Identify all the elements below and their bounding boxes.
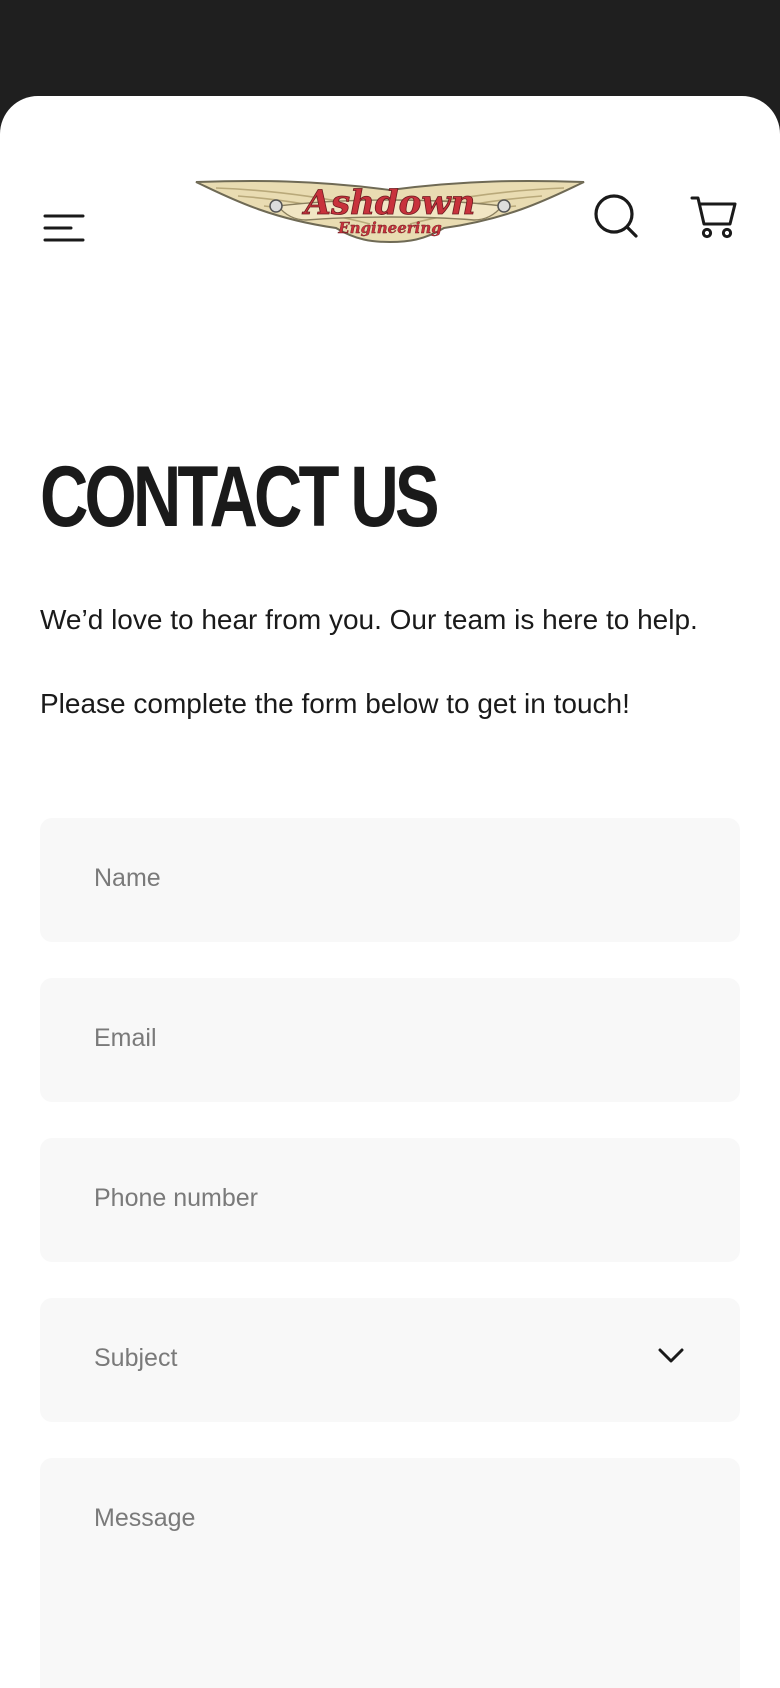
intro-instruction: Please complete the form below to get in… — [40, 688, 630, 719]
page-title: CONTACT US — [40, 449, 440, 545]
intro-text: We’d love to hear from you. Our team is … — [40, 604, 698, 635]
cart-button[interactable] — [688, 190, 740, 242]
logo-subtext: Engineering — [337, 219, 442, 237]
name-placeholder: Name — [94, 864, 161, 892]
subject-placeholder: Subject — [94, 1344, 178, 1372]
name-input[interactable]: Name — [40, 818, 740, 942]
page-sheet: Ashdown Engineering CONTACT US We’d love… — [0, 96, 780, 1688]
menu-button[interactable] — [38, 202, 90, 254]
search-button[interactable] — [590, 190, 642, 242]
cart-icon — [690, 196, 737, 239]
message-placeholder: Message — [94, 1504, 196, 1532]
email-input[interactable]: Email — [40, 978, 740, 1102]
subject-select[interactable]: Subject — [40, 1298, 740, 1422]
email-placeholder: Email — [94, 1024, 157, 1052]
hamburger-menu-icon — [43, 214, 85, 242]
logo-text: Ashdown — [302, 183, 476, 223]
wings-logo-icon: Ashdown Engineering — [195, 179, 585, 244]
message-textarea[interactable]: Message — [40, 1458, 740, 1688]
chevron-down-icon — [658, 1348, 684, 1363]
site-header: Ashdown Engineering — [0, 176, 780, 286]
ashdown-logo[interactable]: Ashdown Engineering — [194, 176, 586, 246]
phone-placeholder: Phone number — [94, 1184, 259, 1212]
phone-input[interactable]: Phone number — [40, 1138, 740, 1262]
search-icon — [594, 194, 638, 238]
top-status-bar — [0, 0, 780, 110]
